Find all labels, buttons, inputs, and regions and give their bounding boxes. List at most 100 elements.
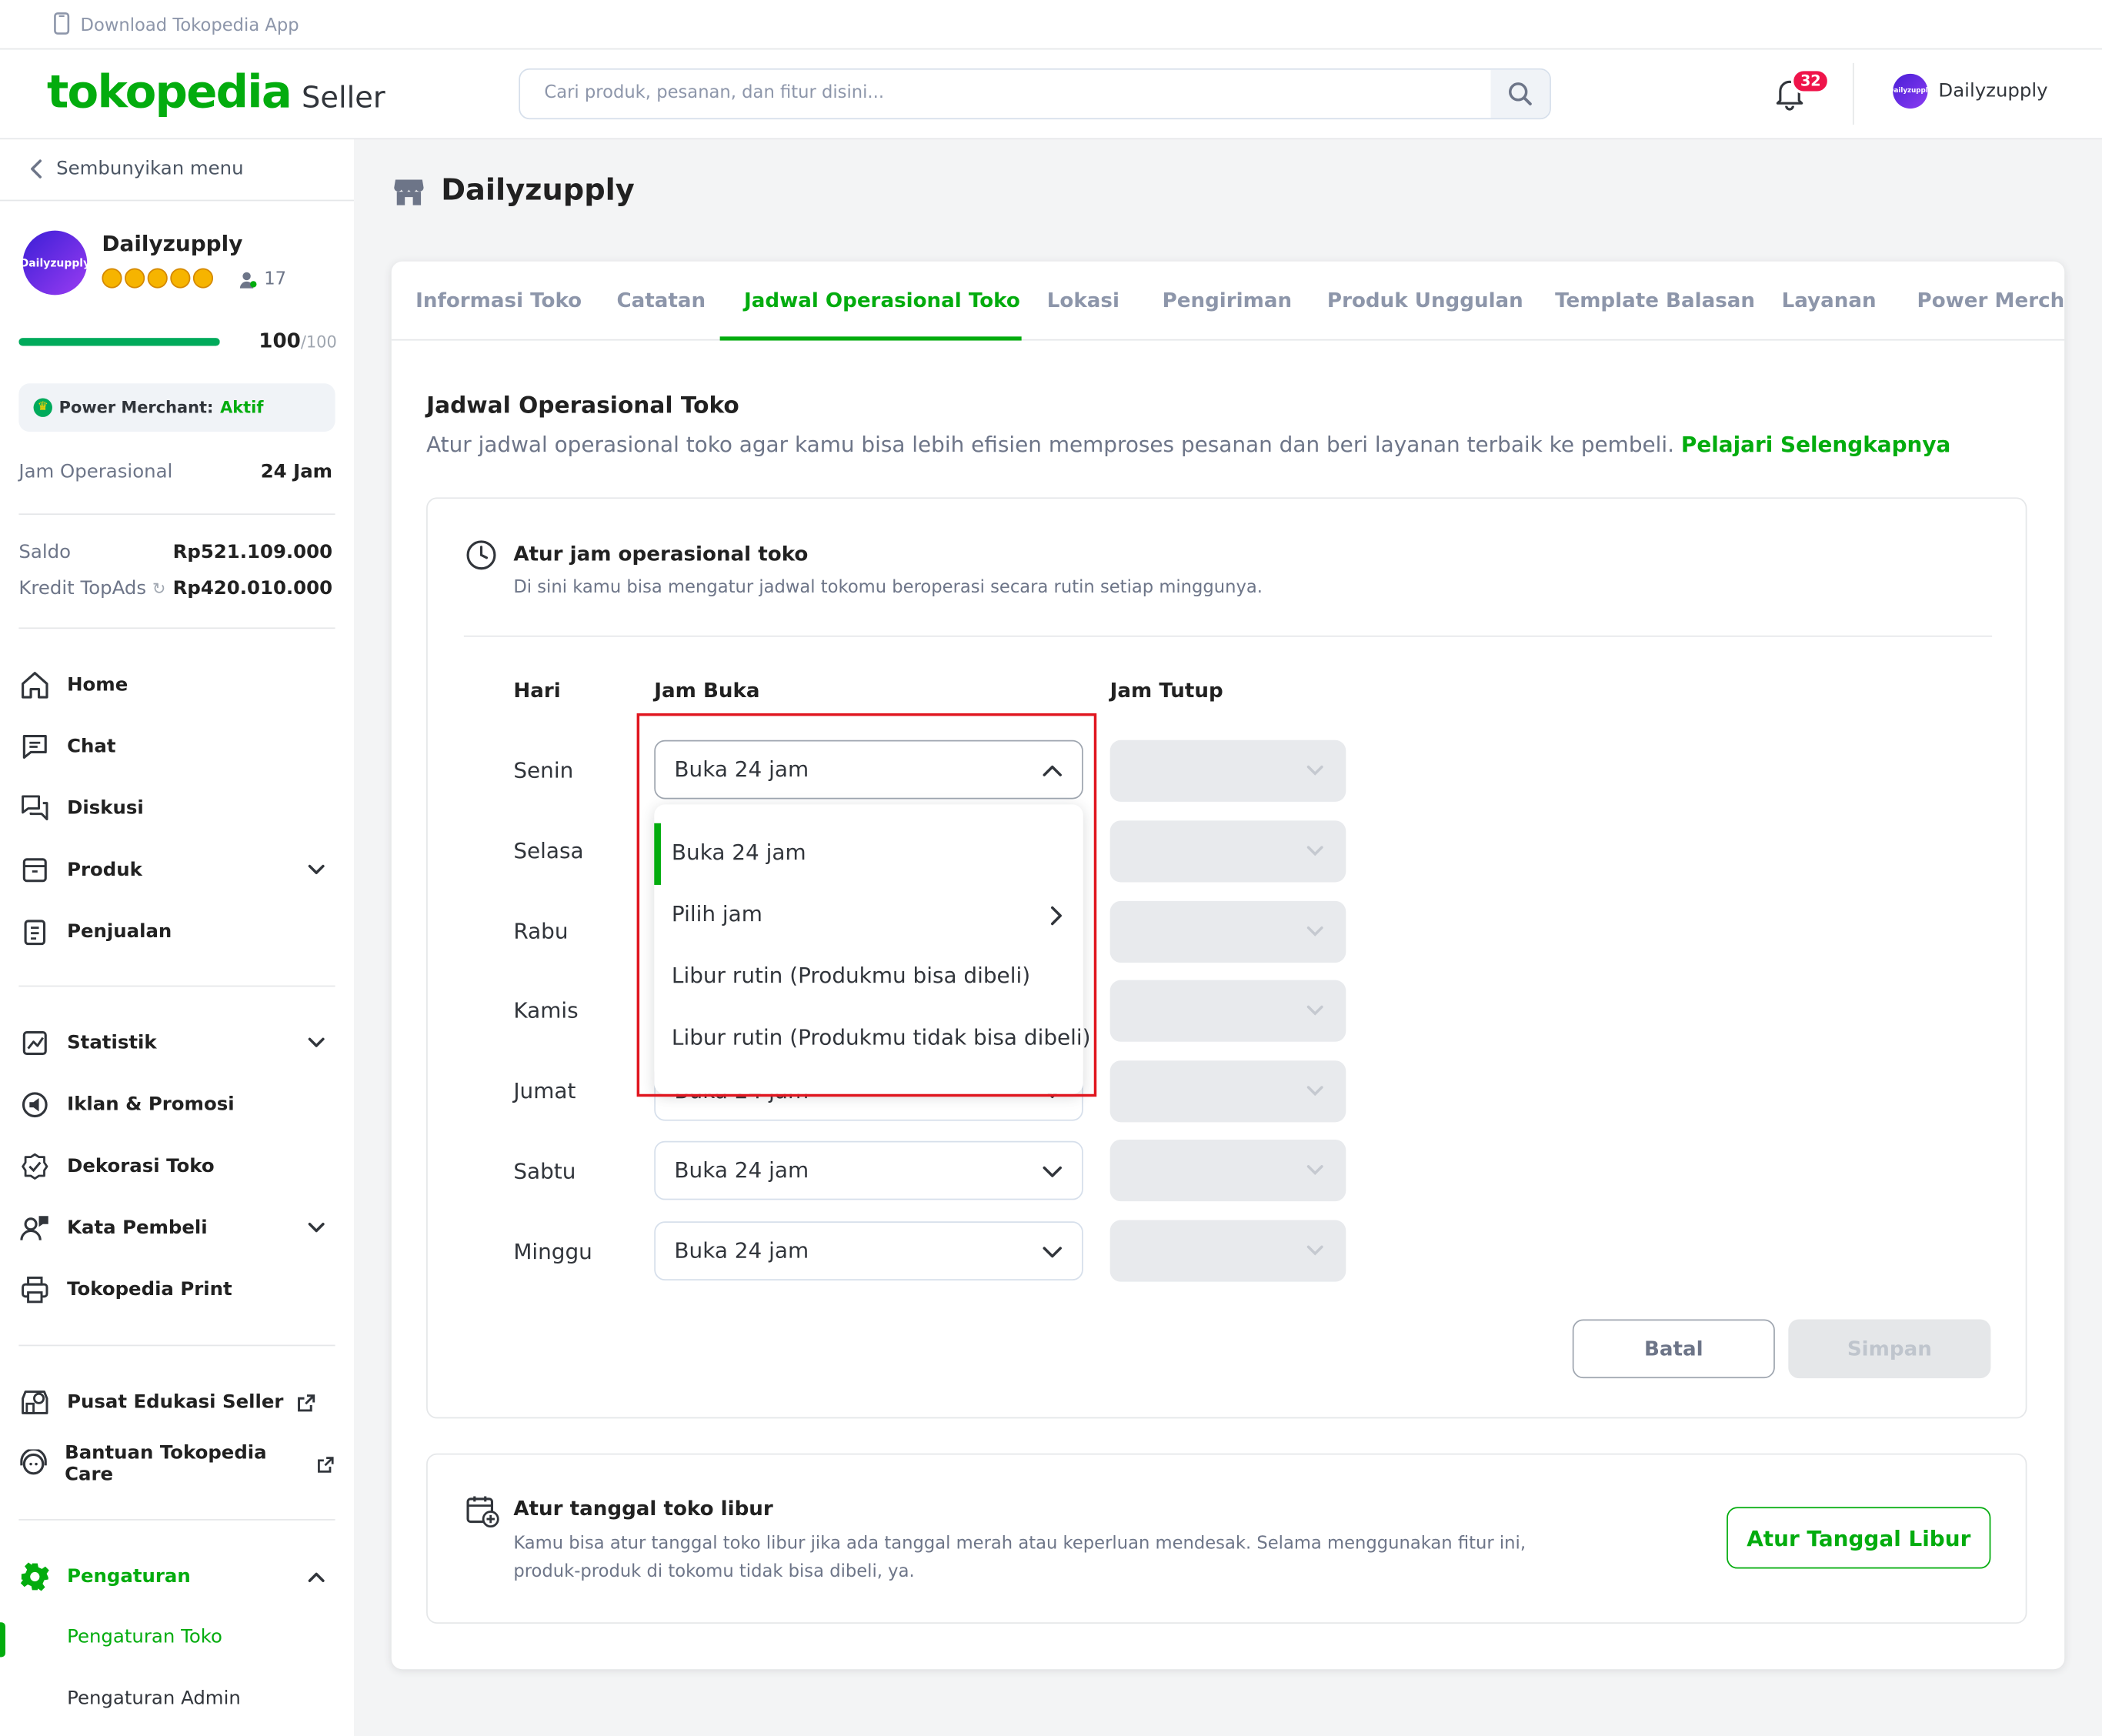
active-tab-underline bbox=[719, 336, 1022, 341]
day-label: Kamis bbox=[513, 997, 579, 1023]
nav-pusat-edukasi-seller[interactable]: Pusat Edukasi Seller bbox=[18, 1385, 335, 1420]
user-menu[interactable]: Dailyzupply Dailyzupply bbox=[1888, 73, 2048, 109]
download-app-link[interactable]: Download Tokopedia App bbox=[54, 12, 299, 41]
chevron-down-icon bbox=[1043, 1247, 1062, 1258]
tab-informasi-toko[interactable]: Informasi Toko bbox=[415, 289, 582, 312]
chevron-left-icon bbox=[31, 159, 42, 179]
dropdown-option-buka-24-jam[interactable]: Buka 24 jam bbox=[672, 840, 806, 865]
sidebar: Sembunyikan menu Dailyzupply Dailyzupply… bbox=[0, 139, 354, 1736]
chevron-down-icon[interactable] bbox=[305, 1033, 327, 1054]
nav-iklan-promosi[interactable]: Iklan & Promosi bbox=[18, 1087, 335, 1122]
tab-lokasi[interactable]: Lokasi bbox=[1047, 289, 1119, 312]
nav-bantuan-tokopedia-care[interactable]: Bantuan Tokopedia Care bbox=[18, 1443, 335, 1486]
dropdown-option-libur-tidak-bisa-dibeli[interactable]: Libur rutin (Produkmu tidak bisa dibeli) bbox=[672, 1024, 1091, 1050]
printer-icon bbox=[18, 1274, 51, 1306]
tab-template-balasan[interactable]: Template Balasan bbox=[1555, 289, 1755, 312]
close-time-select bbox=[1109, 739, 1346, 802]
day-label: Jumat bbox=[513, 1077, 576, 1103]
tokopedia-seller-logo[interactable]: tokopedia Seller bbox=[47, 65, 385, 119]
open-time-select[interactable]: Buka 24 jam bbox=[654, 1140, 1083, 1200]
close-time-select bbox=[1109, 1060, 1346, 1123]
open-time-select[interactable]: Buka 24 jam bbox=[654, 739, 1083, 800]
calendar-add-icon bbox=[466, 1496, 499, 1528]
nav-produk[interactable]: Produk bbox=[18, 853, 335, 887]
tab-layanan[interactable]: Layanan bbox=[1782, 289, 1877, 312]
product-box-icon bbox=[18, 854, 51, 886]
operating-hours-row: Jam Operasional 24 Jam bbox=[18, 461, 332, 482]
refresh-icon[interactable]: ↻ bbox=[152, 579, 166, 598]
nav-dekorasi-toko[interactable]: Dekorasi Toko bbox=[18, 1149, 335, 1183]
nav-pengaturan[interactable]: Pengaturan bbox=[18, 1559, 335, 1594]
holiday-title: Atur tanggal toko libur bbox=[513, 1496, 773, 1521]
search-input[interactable] bbox=[541, 82, 1459, 105]
nav-statistik[interactable]: Statistik bbox=[18, 1026, 335, 1060]
header-close-time: Jam Tutup bbox=[1109, 678, 1223, 703]
nav-home[interactable]: Home bbox=[18, 668, 335, 703]
download-app-label: Download Tokopedia App bbox=[80, 15, 299, 37]
holiday-description-line-1: Kamu bisa atur tanggal toko libur jika a… bbox=[513, 1534, 1526, 1554]
shop-score-bar bbox=[18, 338, 220, 346]
save-button[interactable]: Simpan bbox=[1788, 1319, 1991, 1379]
shop-name[interactable]: Dailyzupply bbox=[102, 231, 242, 256]
day-label: Minggu bbox=[513, 1238, 592, 1265]
chevron-down-icon bbox=[1306, 765, 1323, 776]
operating-hours-label: Jam Operasional bbox=[18, 461, 173, 483]
dropdown-option-libur-bisa-dibeli[interactable]: Libur rutin (Produkmu bisa dibeli) bbox=[672, 963, 1030, 988]
day-label: Selasa bbox=[513, 837, 584, 864]
divider bbox=[18, 985, 335, 987]
nav-kata-pembeli[interactable]: Kata Pembeli bbox=[18, 1210, 335, 1245]
chevron-down-icon[interactable] bbox=[305, 860, 327, 881]
search-button[interactable] bbox=[1490, 69, 1550, 119]
cancel-button[interactable]: Batal bbox=[1572, 1319, 1775, 1379]
tab-jadwal-operasional-toko[interactable]: Jadwal Operasional Toko bbox=[744, 289, 1020, 312]
close-time-select bbox=[1109, 820, 1346, 883]
chevron-down-icon bbox=[1306, 926, 1323, 936]
tab-power-merchant[interactable]: Power Merchant bbox=[1917, 289, 2065, 312]
store-icon bbox=[394, 179, 424, 205]
close-time-select bbox=[1109, 980, 1346, 1042]
close-time-select bbox=[1109, 1139, 1346, 1202]
tab-produk-unggulan[interactable]: Produk Unggulan bbox=[1327, 289, 1523, 312]
dropdown-option-label: Pilih jam bbox=[671, 900, 762, 926]
topads-credit-label: Kredit TopAds ↻ bbox=[18, 578, 165, 599]
set-holiday-button[interactable]: Atur Tanggal Libur bbox=[1727, 1507, 1991, 1569]
nav-print-label: Tokopedia Print bbox=[67, 1279, 232, 1301]
divider bbox=[463, 635, 1993, 637]
active-indicator bbox=[0, 1622, 5, 1658]
open-time-value: Buka 24 jam bbox=[674, 756, 809, 782]
nav-chat-label: Chat bbox=[67, 736, 116, 758]
power-merchant-status-value: Aktif bbox=[220, 398, 264, 417]
shop-medals bbox=[102, 268, 214, 289]
chevron-down-icon bbox=[1306, 1005, 1323, 1016]
open-time-value: Buka 24 jam bbox=[674, 1237, 809, 1264]
nav-chat[interactable]: Chat bbox=[18, 729, 335, 764]
nav-pengaturan-admin[interactable]: Pengaturan Admin bbox=[67, 1688, 241, 1710]
learn-more-link[interactable]: Pelajari Selengkapnya bbox=[1681, 432, 1950, 457]
open-time-select[interactable]: Buka 24 jam bbox=[654, 1221, 1083, 1280]
nav-diskusi-label: Diskusi bbox=[67, 797, 144, 820]
topads-credit-text: Kredit TopAds bbox=[18, 577, 147, 599]
nav-pengaturan-toko[interactable]: Pengaturan Toko bbox=[67, 1626, 222, 1648]
tab-pengiriman[interactable]: Pengiriman bbox=[1163, 289, 1292, 312]
hide-menu-button[interactable]: Sembunyikan menu bbox=[29, 159, 244, 179]
balance-row[interactable]: Saldo Rp521.109.000 bbox=[18, 542, 332, 563]
user-name: Dailyzupply bbox=[1938, 80, 2048, 102]
chevron-down-icon bbox=[1306, 1245, 1323, 1256]
chevron-down-icon[interactable] bbox=[305, 1217, 327, 1239]
topads-credit-row[interactable]: Kredit TopAds ↻ Rp420.010.000 bbox=[18, 578, 332, 599]
nav-diskusi[interactable]: Diskusi bbox=[18, 791, 335, 826]
power-merchant-status[interactable]: ♛ Power Merchant: Aktif bbox=[18, 383, 335, 432]
dropdown-option-pilih-jam[interactable]: Pilih jam bbox=[672, 901, 1063, 926]
tab-catatan[interactable]: Catatan bbox=[616, 289, 706, 312]
decoration-icon bbox=[18, 1150, 51, 1183]
holiday-panel: Atur tanggal toko libur Kamu bisa atur t… bbox=[426, 1453, 2027, 1624]
close-time-select bbox=[1109, 900, 1346, 963]
nav-bantuan-label: Bantuan Tokopedia Care bbox=[65, 1442, 267, 1486]
nav-penjualan[interactable]: Penjualan bbox=[18, 914, 335, 949]
search-icon bbox=[1509, 82, 1532, 105]
external-link-icon bbox=[298, 1394, 316, 1411]
chevron-up-icon[interactable] bbox=[305, 1566, 327, 1587]
shop-avatar[interactable]: Dailyzupply bbox=[20, 230, 90, 295]
nav-tokopedia-print[interactable]: Tokopedia Print bbox=[18, 1272, 335, 1307]
shop-score-max: /100 bbox=[300, 332, 337, 352]
